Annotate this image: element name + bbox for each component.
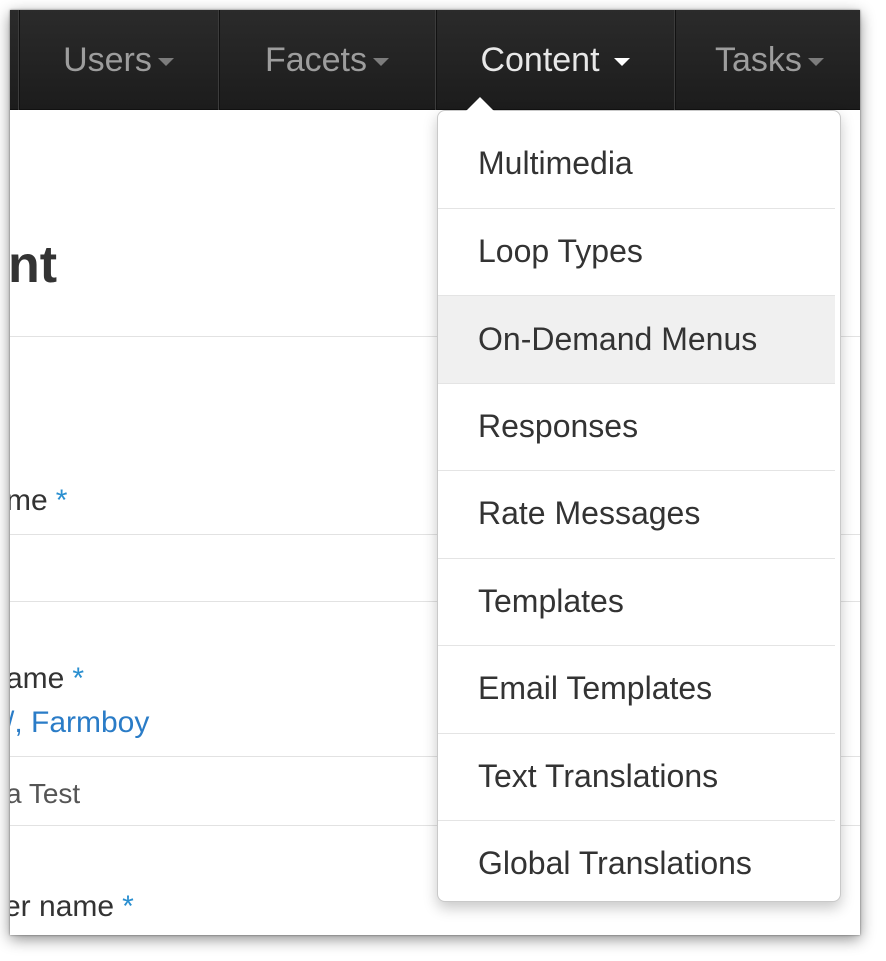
menu-item-label: Text Translations xyxy=(478,758,719,794)
menu-item-label: Responses xyxy=(478,408,639,444)
menu-item-label: Email Templates xyxy=(478,670,713,706)
dropdown-caret-icon xyxy=(466,97,494,111)
breadcrumb-link[interactable]: : xyxy=(10,408,12,442)
field-label-text: me xyxy=(10,484,48,517)
menu-item-label: Loop Types xyxy=(478,233,643,269)
field-value-text: a Test xyxy=(10,778,81,809)
field-label-name-2: ame * xyxy=(10,662,84,696)
browser-viewport: Users Facets Content Tasks nt : me* ame*… xyxy=(10,10,860,935)
menu-item-label: Rate Messages xyxy=(478,495,701,531)
top-navbar: Users Facets Content Tasks xyxy=(10,10,860,110)
menu-item-templates[interactable]: Templates xyxy=(438,558,835,645)
nav-content-dropdown[interactable]: Content xyxy=(436,10,674,110)
nav-users-dropdown[interactable]: Users xyxy=(19,10,218,110)
page-title: nt xyxy=(10,236,58,294)
menu-item-label: On-Demand Menus xyxy=(478,321,758,357)
menu-item-multimedia[interactable]: Multimedia xyxy=(438,120,835,207)
nav-tasks-label: Tasks xyxy=(715,40,802,79)
required-marker: * xyxy=(122,890,134,923)
menu-item-label: Templates xyxy=(478,583,624,619)
menu-item-loop-types[interactable]: Loop Types xyxy=(438,208,835,295)
menu-item-text-translations[interactable]: Text Translations xyxy=(438,733,835,820)
content-dropdown-menu: Multimedia Loop Types On-Demand Menus Re… xyxy=(437,110,841,902)
nav-facets-dropdown[interactable]: Facets xyxy=(219,10,435,110)
required-marker: * xyxy=(72,662,85,695)
nav-facets-label: Facets xyxy=(264,40,368,79)
menu-item-label: Multimedia xyxy=(478,145,633,181)
nav-content-label: Content xyxy=(480,40,600,79)
chevron-down-icon xyxy=(373,58,390,66)
field-label-user-name: er name * xyxy=(10,890,134,924)
menu-item-label: Global Translations xyxy=(478,845,752,881)
chevron-down-icon xyxy=(807,58,824,66)
menu-item-on-demand-menus[interactable]: On-Demand Menus xyxy=(438,296,835,383)
menu-item-email-templates[interactable]: Email Templates xyxy=(438,645,835,732)
field-label-text: ame xyxy=(10,662,65,695)
menu-item-rate-messages[interactable]: Rate Messages xyxy=(438,470,835,557)
chevron-down-icon xyxy=(157,58,174,66)
required-marker: * xyxy=(55,484,68,517)
field-value-link[interactable]: /, Farmboy xyxy=(10,706,149,740)
menu-item-responses[interactable]: Responses xyxy=(438,383,835,470)
field-label-name: me * xyxy=(10,484,67,518)
nav-users-label: Users xyxy=(63,40,152,79)
menu-item-global-translations[interactable]: Global Translations xyxy=(438,820,835,907)
chevron-down-icon xyxy=(613,58,630,66)
nav-tasks-dropdown[interactable]: Tasks xyxy=(675,10,860,110)
field-label-text: er name xyxy=(10,890,115,923)
